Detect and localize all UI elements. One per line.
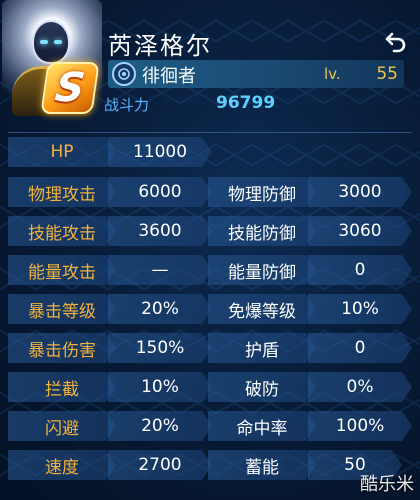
stat-value: 10% bbox=[141, 377, 179, 397]
stat-value: — bbox=[151, 260, 169, 280]
stat-label-cell: 能量防御 bbox=[208, 255, 316, 285]
stat-label: 物理攻击 bbox=[28, 184, 96, 205]
class-emblem-icon bbox=[112, 62, 136, 86]
stat-label-cell: 拦截 bbox=[8, 372, 116, 402]
stat-label-cell: 速度 bbox=[8, 450, 116, 480]
stat-label-cell: 免爆等级 bbox=[208, 294, 316, 324]
stat-value-cell: 100% bbox=[308, 411, 412, 441]
portrait-eye-right bbox=[54, 40, 62, 44]
stat-value-cell: 11000 bbox=[108, 137, 212, 167]
stat-value-cell: 20% bbox=[108, 411, 212, 441]
stat-value: 3600 bbox=[138, 221, 182, 241]
stat-label-cell: 破防 bbox=[208, 372, 316, 402]
power-value: 96799 bbox=[216, 93, 276, 113]
stat-value-cell: 0 bbox=[308, 255, 412, 285]
stat-value: 3060 bbox=[338, 221, 382, 241]
stat-label-cell: 命中率 bbox=[208, 411, 316, 441]
stat-label: 暴击等级 bbox=[28, 301, 96, 322]
hero-header: S 芮泽格尔 徘徊者 lv. 55 战斗力 96799 bbox=[0, 0, 420, 130]
stat-label-cell: HP bbox=[8, 137, 116, 167]
stat-label-cell: 暴击伤害 bbox=[8, 333, 116, 363]
stat-value: 2700 bbox=[138, 455, 182, 475]
stat-label-cell: 物理防御 bbox=[208, 177, 316, 207]
stat-value-cell: 20% bbox=[108, 294, 212, 324]
stat-label-cell: 闪避 bbox=[8, 411, 116, 441]
stat-row: 能量攻击 — 能量防御 0 bbox=[8, 255, 412, 287]
back-button[interactable] bbox=[382, 28, 410, 56]
portrait-eye-left bbox=[40, 40, 48, 44]
rank-badge: S bbox=[40, 62, 100, 114]
stat-row: 闪避 20% 命中率 100% bbox=[8, 411, 412, 443]
level-label: lv. bbox=[324, 65, 341, 83]
watermark: 酷乐米 bbox=[360, 474, 414, 495]
stat-label: 护盾 bbox=[245, 340, 279, 361]
stat-row: 物理攻击 6000 物理防御 3000 bbox=[8, 177, 412, 209]
stat-value: 10% bbox=[341, 299, 379, 319]
portrait-face bbox=[32, 20, 70, 64]
stat-value-cell: 0% bbox=[308, 372, 412, 402]
stat-value: 20% bbox=[141, 416, 179, 436]
stat-value-cell: 150% bbox=[108, 333, 212, 363]
stat-label: 技能防御 bbox=[228, 223, 296, 244]
stat-row: 拦截 10% 破防 0% bbox=[8, 372, 412, 404]
stat-label-cell: 物理攻击 bbox=[8, 177, 116, 207]
stat-value: 150% bbox=[135, 338, 185, 358]
stat-value-cell: 0 bbox=[308, 333, 412, 363]
stat-value: 0% bbox=[346, 377, 374, 397]
stat-label: 蓄能 bbox=[245, 457, 279, 478]
stat-value-cell: 2700 bbox=[108, 450, 212, 480]
stat-value: 3000 bbox=[338, 182, 382, 202]
stat-row: 暴击伤害 150% 护盾 0 bbox=[8, 333, 412, 365]
stat-label: 破防 bbox=[245, 379, 279, 400]
stat-label: 物理防御 bbox=[228, 184, 296, 205]
stat-value: 11000 bbox=[132, 142, 188, 162]
stat-label-cell: 暴击等级 bbox=[8, 294, 116, 324]
stat-label: HP bbox=[50, 142, 74, 162]
stat-label: 能量攻击 bbox=[28, 262, 96, 283]
stat-value-cell: 3060 bbox=[308, 216, 412, 246]
class-bar: 徘徊者 lv. 55 bbox=[108, 60, 404, 88]
stat-value-cell: 10% bbox=[308, 294, 412, 324]
stat-label-cell: 技能防御 bbox=[208, 216, 316, 246]
class-name: 徘徊者 bbox=[142, 66, 196, 87]
stats-panel: HP 11000 物理攻击 6000 物理防御 3000 技能攻击 3600 技… bbox=[8, 132, 412, 500]
stat-value-cell: 6000 bbox=[108, 177, 212, 207]
stat-label: 技能攻击 bbox=[28, 223, 96, 244]
stat-label: 闪避 bbox=[45, 418, 79, 439]
stat-row: 速度 2700 蓄能 50 bbox=[8, 450, 412, 482]
hero-name: 芮泽格尔 bbox=[108, 32, 212, 60]
stat-label: 免爆等级 bbox=[228, 301, 296, 322]
stat-value-cell: 3600 bbox=[108, 216, 212, 246]
stat-value: 0 bbox=[354, 260, 366, 280]
stat-label-cell: 技能攻击 bbox=[8, 216, 116, 246]
stat-value: 0 bbox=[354, 338, 366, 358]
stat-label: 暴击伤害 bbox=[28, 340, 96, 361]
stat-row: 暴击等级 20% 免爆等级 10% bbox=[8, 294, 412, 326]
stat-row: 技能攻击 3600 技能防御 3060 bbox=[8, 216, 412, 248]
stat-row-hp: HP 11000 bbox=[8, 137, 412, 169]
rank-letter: S bbox=[52, 65, 88, 111]
stat-label: 命中率 bbox=[236, 418, 288, 439]
stat-value-cell: 10% bbox=[108, 372, 212, 402]
stat-label-cell: 蓄能 bbox=[208, 450, 316, 480]
stat-value-cell: 3000 bbox=[308, 177, 412, 207]
stat-label: 速度 bbox=[45, 457, 79, 478]
power-label: 战斗力 bbox=[104, 96, 150, 114]
return-arrow-icon bbox=[385, 32, 406, 53]
level-value: 55 bbox=[376, 64, 398, 84]
stat-value-cell: — bbox=[108, 255, 212, 285]
stat-value: 20% bbox=[141, 299, 179, 319]
stat-label: 拦截 bbox=[45, 379, 79, 400]
stat-value: 6000 bbox=[138, 182, 182, 202]
stat-label-cell: 能量攻击 bbox=[8, 255, 116, 285]
stat-value: 100% bbox=[335, 416, 385, 436]
stat-label: 能量防御 bbox=[228, 262, 296, 283]
stat-label-cell: 护盾 bbox=[208, 333, 316, 363]
